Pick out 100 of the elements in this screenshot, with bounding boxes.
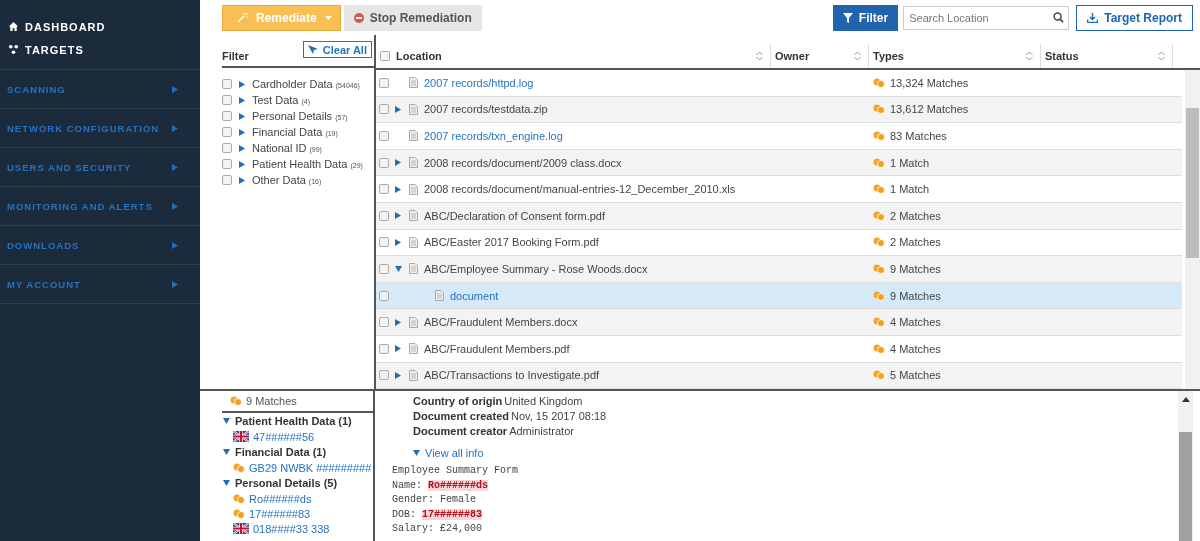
file-link[interactable]: 2007 records/txn_engine.log [424, 130, 563, 142]
view-all-info-link[interactable]: View all info [413, 445, 1175, 460]
expand-arrow-icon[interactable] [395, 159, 401, 167]
column-header[interactable]: Types [873, 50, 904, 62]
document-text: DOB: [392, 508, 417, 520]
checkbox[interactable] [379, 157, 389, 168]
table-row[interactable]: ABC/Transactions to Investigate.pdf 5 Matches [376, 362, 1182, 389]
scrollbar[interactable] [1178, 391, 1193, 541]
collapse-arrow-icon[interactable] [223, 480, 230, 486]
match-group-title[interactable]: Financial Data (1) [235, 446, 327, 458]
checkbox[interactable] [222, 175, 232, 185]
nav-section-label: MONITORING AND ALERTS [7, 200, 153, 212]
column-header[interactable]: Location [396, 50, 442, 62]
nav-section-label: DOWNLOADS [7, 239, 80, 251]
table-row[interactable]: document 9 Matches [376, 282, 1182, 310]
stop-remediation-button[interactable]: Stop Remediation [343, 4, 482, 31]
expand-arrow-icon[interactable] [395, 318, 401, 326]
types-cell: 13,612 Matches [890, 103, 969, 116]
meta-label: Country of origin [413, 395, 503, 409]
search-field[interactable]: Search Location [903, 5, 1070, 30]
table-row[interactable]: 2008 records/document/2009 class.docx 1 Match [376, 149, 1182, 177]
expand-arrow-icon[interactable] [395, 371, 401, 379]
meta-value: United Kingdom [504, 395, 583, 409]
checkbox[interactable] [222, 111, 232, 121]
matches-icon [873, 290, 885, 301]
file-icon [409, 369, 418, 381]
checkbox[interactable] [379, 131, 389, 141]
collapse-arrow-icon[interactable] [223, 449, 230, 455]
match-link[interactable]: Ro######ds [249, 492, 312, 505]
file-icon [409, 343, 418, 355]
checkbox[interactable] [222, 127, 232, 137]
expand-arrow-icon[interactable] [395, 185, 401, 193]
file-path: ABC/Easter 2017 Booking Form.pdf [424, 236, 599, 249]
matches-icon [873, 77, 885, 88]
checkbox[interactable] [222, 159, 232, 169]
checkbox[interactable] [379, 343, 389, 354]
matches-icon [873, 131, 885, 141]
nav-item[interactable]: TARGETS [8, 38, 200, 61]
collapse-arrow-icon[interactable] [395, 265, 402, 272]
table-row[interactable]: 2007 records/testdata.zip 13,612 Matches [376, 96, 1182, 124]
flag-icon [233, 431, 249, 442]
checkbox[interactable] [379, 370, 389, 381]
sort-icon[interactable] [854, 51, 861, 61]
scroll-up-icon[interactable] [1181, 397, 1190, 402]
match-group-title[interactable]: Patient Health Data (1) [235, 415, 352, 427]
checkbox[interactable] [222, 95, 232, 105]
checkbox[interactable] [379, 237, 389, 248]
checkbox[interactable] [379, 104, 389, 115]
checkbox[interactable] [379, 317, 389, 328]
file-link[interactable]: 2007 records/httpd.log [424, 76, 534, 89]
checkbox[interactable] [379, 184, 389, 195]
clear-all-button[interactable]: Clear All [302, 41, 372, 58]
sort-icon[interactable] [1026, 51, 1033, 61]
file-link[interactable]: document [450, 289, 499, 302]
matches-icon [873, 237, 885, 248]
file-path: 2008 records/document/2009 class.docx [424, 156, 622, 169]
file-path: ABC/Declaration of Consent form.pdf [424, 209, 605, 222]
checkbox[interactable] [379, 210, 389, 221]
table-row[interactable]: ABC/Declaration of Consent form.pdf 2 Matches [376, 202, 1182, 230]
file-icon [409, 130, 418, 142]
caret-down-icon [413, 449, 420, 456]
match-group-title[interactable]: Personal Details (5) [235, 477, 338, 489]
download-icon [1087, 12, 1099, 23]
match-link[interactable]: 17######83 [249, 507, 311, 520]
collapse-arrow-icon[interactable] [223, 418, 230, 424]
expand-arrow-icon[interactable] [395, 212, 401, 220]
checkbox[interactable] [379, 263, 389, 274]
file-icon [409, 103, 418, 115]
column-header[interactable]: Owner [775, 50, 810, 62]
sort-icon[interactable] [756, 51, 763, 61]
types-cell: 1 Match [890, 156, 930, 169]
filter-button[interactable]: Filter [832, 4, 899, 31]
match-link[interactable]: GB29 NWBK ######### [249, 461, 372, 474]
match-link[interactable]: 018####33 338 [253, 522, 330, 535]
checkbox[interactable] [379, 290, 389, 301]
file-icon [409, 210, 418, 222]
file-path: ABC/Fraudulent Members.pdf [424, 342, 570, 355]
table-row[interactable]: ABC/Employee Summary - Rose Woods.docx 9 Matches [376, 256, 1182, 283]
document-value: £24,000 [440, 523, 483, 534]
nav-section-label: SCANNING [7, 83, 66, 95]
document-value: Female [440, 494, 477, 505]
table-row[interactable]: ABC/Fraudulent Members.docx 4 Matches [376, 309, 1182, 336]
types-cell: 1 Match [890, 183, 930, 196]
dots-icon [8, 44, 19, 55]
expand-arrow-icon[interactable] [395, 345, 401, 353]
match-link[interactable]: 47######56 [253, 430, 315, 443]
sort-icon[interactable] [1158, 51, 1165, 61]
expand-arrow-icon[interactable] [395, 105, 401, 113]
select-all-checkbox[interactable] [380, 51, 390, 61]
column-header[interactable]: Status [1045, 50, 1079, 62]
nav-item[interactable]: DASHBOARD [8, 15, 200, 38]
home-icon [8, 21, 19, 32]
meta-value: Nov, 15 2017 08:18 [511, 410, 607, 424]
checkbox[interactable] [222, 79, 232, 89]
expand-arrow-icon[interactable] [395, 238, 401, 246]
target-report-button[interactable]: Target Report [1076, 4, 1193, 31]
matches-icon [873, 104, 885, 115]
checkbox[interactable] [222, 143, 232, 153]
checkbox[interactable] [379, 77, 389, 88]
scrollbar[interactable] [1185, 70, 1200, 389]
